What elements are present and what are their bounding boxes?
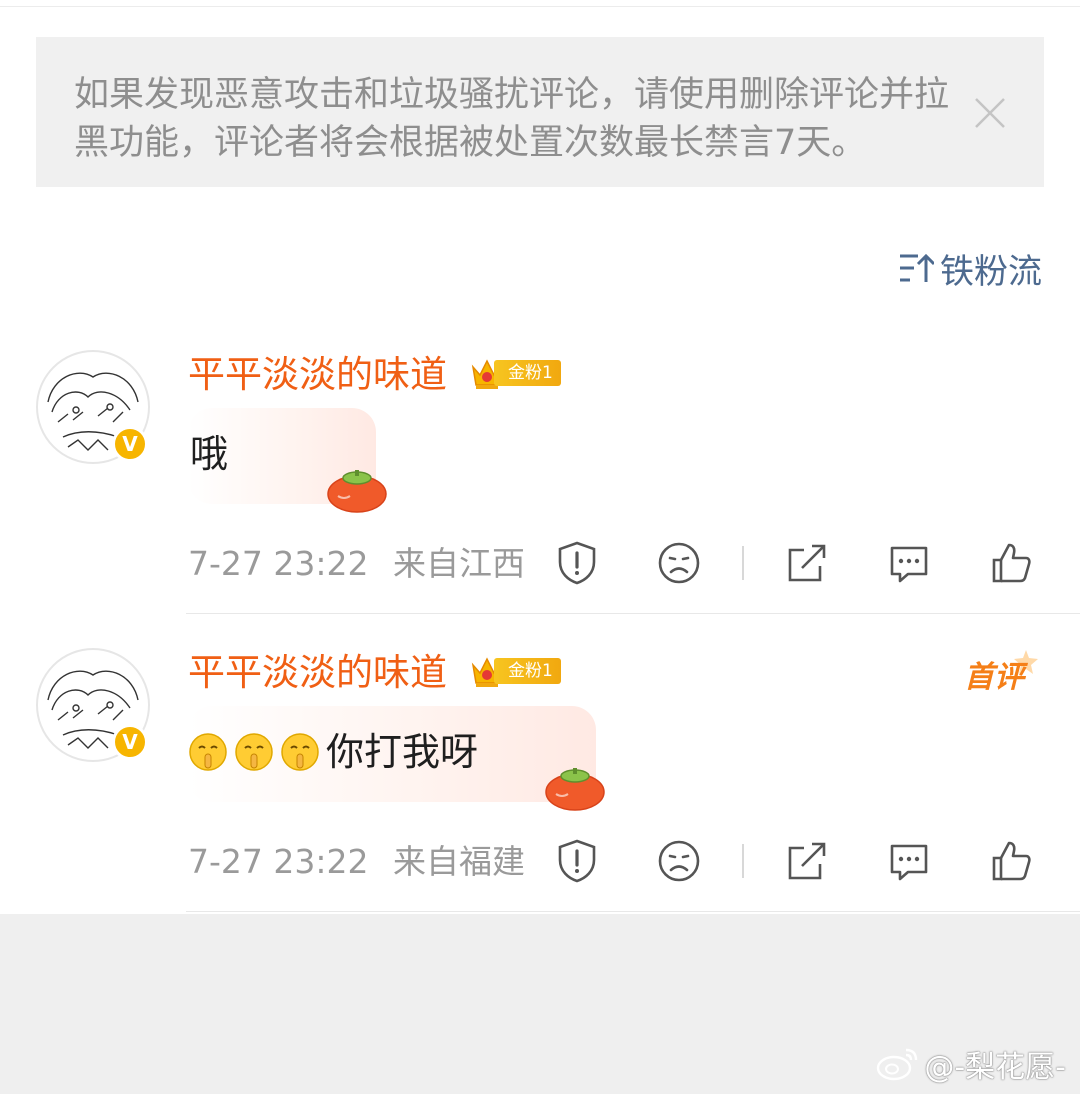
like-icon[interactable] — [988, 540, 1034, 586]
comment-divider — [186, 911, 1080, 912]
like-icon[interactable] — [988, 838, 1034, 884]
watermark-text: @-梨花愿- — [924, 1050, 1066, 1085]
verified-badge-icon: V — [112, 426, 148, 462]
avatar[interactable]: V — [36, 648, 150, 762]
report-icon[interactable] — [554, 838, 600, 884]
comment-location: 来自江西 — [393, 544, 525, 583]
shush-emoji-icon — [189, 733, 227, 771]
footer-area: @-梨花愿- — [0, 914, 1080, 1094]
comment-divider — [186, 613, 1080, 614]
comment-text: 哦 — [190, 432, 229, 476]
persimmon-icon — [545, 768, 605, 811]
fan-badge[interactable]: 金粉1 — [470, 354, 561, 392]
notice-text: 如果发现恶意攻击和垃圾骚扰评论，请使用删除评论并拉黑功能，评论者将会根据被处置次… — [74, 75, 950, 163]
comment-time: 7-27 23:22 — [188, 544, 369, 583]
comment-text: 你打我呀 — [326, 730, 479, 774]
fan-badge-label: 金粉1 — [494, 360, 561, 386]
comment-time: 7-27 23:22 — [188, 842, 369, 881]
shush-emoji-icon — [235, 733, 273, 771]
comment-item: V 平平淡淡的味道 金粉1 首评 你打我呀 7-27 23:22 来自福建 — [0, 646, 1080, 912]
shush-emoji-icon — [281, 733, 319, 771]
reply-icon[interactable] — [886, 838, 932, 884]
avatar[interactable]: V — [36, 350, 150, 464]
fan-badge-label: 金粉1 — [494, 658, 561, 684]
share-icon[interactable] — [784, 838, 830, 884]
comment-bubble: 你打我呀 — [188, 706, 605, 811]
report-icon[interactable] — [554, 540, 600, 586]
notice-banner: 如果发现恶意攻击和垃圾骚扰评论，请使用删除评论并拉黑功能，评论者将会根据被处置次… — [36, 37, 1044, 187]
first-comment-label: 首评 — [964, 660, 1024, 695]
comment-meta: 7-27 23:22 来自江西 — [188, 544, 525, 584]
weibo-icon — [877, 1048, 918, 1081]
first-comment-badge: 首评 — [960, 648, 1040, 695]
dislike-icon[interactable] — [656, 838, 702, 884]
comment-location: 来自福建 — [393, 842, 525, 881]
username[interactable]: 平平淡淡的味道 — [188, 352, 447, 398]
comment-bubble: 哦 — [188, 408, 387, 513]
verified-badge-icon: V — [112, 724, 148, 760]
comment-meta: 7-27 23:22 来自福建 — [188, 842, 525, 882]
share-icon[interactable] — [784, 540, 830, 586]
close-icon[interactable] — [970, 93, 1010, 133]
comment-item: V 平平淡淡的味道 金粉1 哦 7-27 23:22 来自江西 — [0, 348, 1080, 614]
dislike-icon[interactable] — [656, 540, 702, 586]
sort-icon — [900, 253, 934, 282]
reply-icon[interactable] — [886, 540, 932, 586]
action-divider — [742, 546, 744, 580]
action-divider — [742, 844, 744, 878]
sort-button[interactable]: 铁粉流 — [898, 246, 1042, 292]
top-divider — [0, 6, 1080, 7]
persimmon-icon — [327, 470, 387, 513]
username[interactable]: 平平淡淡的味道 — [188, 650, 447, 696]
watermark: @-梨花愿- — [876, 1044, 1066, 1085]
fan-badge[interactable]: 金粉1 — [470, 652, 561, 690]
sort-label: 铁粉流 — [940, 251, 1042, 292]
